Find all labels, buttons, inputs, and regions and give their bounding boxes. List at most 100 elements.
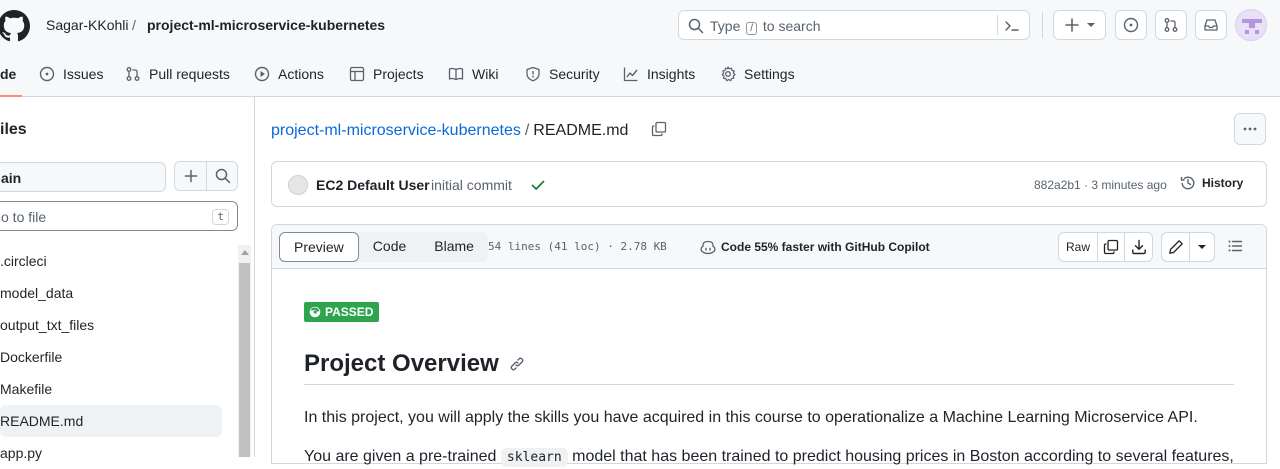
tab-pull-requests-label: Pull requests — [149, 66, 230, 82]
tab-wiki[interactable]: Wiki — [448, 64, 498, 84]
plus-icon[interactable] — [183, 168, 199, 184]
edit-button-group — [1161, 232, 1215, 262]
inbox-button[interactable] — [1195, 10, 1227, 40]
readme-paragraph: In this project, you will apply the skil… — [304, 409, 1198, 426]
history-label: History — [1202, 176, 1244, 190]
user-avatar[interactable] — [1235, 9, 1267, 41]
tab-insights[interactable]: Insights — [623, 64, 695, 84]
file-tree-list: .circleci model_data output_txt_files Do… — [0, 245, 222, 469]
download-icon — [1131, 239, 1146, 255]
issue-opened-icon — [1123, 17, 1139, 33]
commit-message[interactable]: initial commit — [431, 177, 512, 193]
circleci-logo-icon — [309, 306, 321, 318]
copy-raw-button[interactable] — [1098, 233, 1125, 261]
file-path-breadcrumb: project-ml-microservice-kubernetes / READM… — [271, 121, 628, 141]
tab-code-view[interactable]: Code — [359, 232, 420, 262]
raw-copy-download-group: Raw — [1058, 232, 1153, 262]
main-content: project-ml-microservice-kubernetes / READM… — [255, 97, 1280, 467]
pencil-icon — [1168, 240, 1183, 254]
tab-pull-requests[interactable]: Pull requests — [125, 64, 230, 84]
book-icon — [448, 67, 464, 81]
file-tree-item[interactable]: Makefile — [0, 373, 222, 405]
tab-projects-label: Projects — [373, 66, 424, 82]
file-tree-item[interactable]: model_data — [0, 277, 222, 309]
tab-settings-label: Settings — [744, 66, 795, 82]
tab-settings[interactable]: Settings — [720, 64, 795, 84]
tab-blame[interactable]: Blame — [420, 232, 488, 262]
file-tree-item[interactable]: Dockerfile — [0, 341, 222, 373]
author-avatar[interactable] — [288, 175, 308, 195]
tab-code[interactable]: de — [0, 64, 16, 84]
more-options-button[interactable] — [1234, 113, 1266, 145]
scrollbar-thumb[interactable] — [239, 263, 250, 457]
identicon-icon — [1242, 19, 1262, 34]
tab-preview[interactable]: Preview — [279, 232, 359, 262]
repo-name-link[interactable]: project-ml-microservice-kubernetes — [147, 16, 385, 34]
tab-issues[interactable]: Issues — [39, 64, 103, 84]
go-to-file-input[interactable]: o to file t — [0, 201, 238, 231]
topbar-divider — [1042, 12, 1043, 38]
tab-actions[interactable]: Actions — [254, 64, 324, 84]
file-tree-item[interactable]: app.py — [0, 437, 222, 469]
tab-wiki-label: Wiki — [472, 66, 499, 82]
pull-requests-button[interactable] — [1155, 10, 1187, 40]
chevron-down-icon — [1198, 245, 1206, 249]
file-tree-item[interactable]: output_txt_files — [0, 309, 222, 341]
edit-file-button[interactable] — [1162, 233, 1190, 261]
commit-author[interactable]: EC2 Default User — [316, 177, 430, 193]
plus-icon — [1064, 18, 1079, 32]
git-pull-request-icon — [126, 67, 140, 81]
copilot-promo-label: Code 55% faster with GitHub Copilot — [721, 240, 930, 254]
create-new-button[interactable] — [1053, 10, 1106, 40]
github-logo-icon[interactable] — [0, 10, 30, 42]
path-file-name: README.md — [533, 122, 629, 139]
ci-status-badge[interactable]: PASSED — [304, 302, 380, 322]
branch-name: ain — [1, 170, 22, 186]
sidebar-scrollbar[interactable] — [238, 245, 251, 457]
path-repo-link[interactable]: project-ml-microservice-kubernetes — [271, 122, 521, 139]
latest-commit-box: EC2 Default User initial commit 882a2b1 … — [271, 161, 1267, 207]
search-icon[interactable] — [215, 168, 231, 184]
file-actions-group — [174, 161, 238, 191]
outline-list-icon[interactable] — [1227, 238, 1243, 254]
tab-projects[interactable]: Projects — [349, 64, 424, 84]
copy-icon[interactable] — [651, 121, 667, 137]
inbox-icon — [1204, 19, 1218, 31]
file-tree-item-selected[interactable]: README.md — [0, 405, 222, 437]
file-viewer: Preview Code Blame 54 lines (41 loc) · 2… — [271, 224, 1267, 467]
command-palette-icon[interactable] — [1004, 18, 1020, 34]
commit-sha-time[interactable]: 882a2b1 · 3 minutes ago — [1034, 178, 1167, 192]
kebab-horizontal-icon — [1243, 127, 1257, 131]
search-placeholder: Type / to search — [710, 18, 821, 35]
file-tree-item[interactable]: .circleci — [0, 245, 222, 277]
branch-selector[interactable]: ain — [0, 162, 166, 192]
repo-owner-link[interactable]: Sagar-KKohli — [46, 16, 129, 34]
link-icon[interactable] — [509, 356, 525, 372]
history-icon — [1180, 176, 1195, 190]
tab-security[interactable]: Security — [525, 64, 600, 84]
history-button[interactable]: History — [1180, 175, 1243, 191]
tab-actions-label: Actions — [278, 66, 324, 82]
readme-heading-text: Project Overview — [304, 350, 499, 377]
copilot-promo-link[interactable]: Code 55% faster with GitHub Copilot — [700, 239, 930, 255]
download-button[interactable] — [1125, 233, 1152, 261]
table-icon — [349, 66, 365, 82]
issue-opened-icon — [39, 66, 55, 82]
scroll-up-arrow-icon[interactable] — [241, 250, 249, 255]
path-separator: / — [524, 122, 530, 139]
go-to-file-placeholder: o to file — [1, 209, 47, 225]
play-icon — [254, 66, 270, 82]
check-icon[interactable] — [530, 177, 546, 193]
search-input[interactable]: Type / to search — [678, 10, 1030, 40]
go-to-file-shortcut: t — [212, 209, 229, 225]
issues-button[interactable] — [1115, 10, 1147, 40]
raw-button[interactable]: Raw — [1059, 233, 1098, 261]
file-tree-sidebar: iles ain o to file t .circleci model_dat… — [0, 97, 255, 461]
files-heading: iles — [0, 121, 27, 138]
tab-insights-label: Insights — [647, 66, 696, 82]
readme-heading: Project Overview — [304, 350, 1234, 385]
git-pull-request-icon — [1164, 18, 1178, 32]
copilot-icon — [700, 240, 716, 255]
tab-issues-label: Issues — [63, 66, 104, 82]
edit-options-dropdown[interactable] — [1190, 233, 1214, 261]
